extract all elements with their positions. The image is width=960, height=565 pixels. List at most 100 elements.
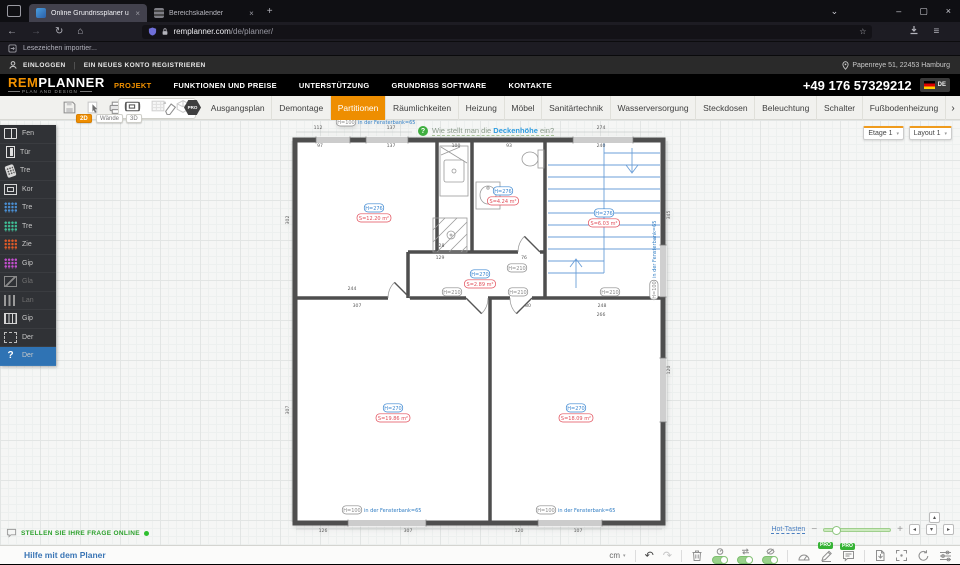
login-link[interactable]: EINLOGGEN [23,62,66,69]
forward-icon[interactable]: → [24,26,48,37]
hatch-icon [4,239,17,250]
dimension-label: 112 [314,125,323,131]
redo-icon[interactable]: ↷ [663,549,672,562]
language-selector[interactable]: DE [920,78,950,92]
sidebar-item-gip[interactable]: Gip [0,310,56,329]
hatch-icon [4,202,17,213]
plan-canvas[interactable]: H=276S=12.20 m²H=276S=4.24 m²H=276S=6.03… [0,120,960,545]
nav-funktionen-und-preise[interactable]: FUNKTIONEN UND PREISE [174,81,277,90]
visibility-toggle[interactable] [762,548,778,564]
deckenhoehe-link[interactable]: Deckenhöhe [493,126,538,135]
nav-kontakte[interactable]: KONTAKTE [508,81,552,90]
zoom-slider-knob[interactable] [832,526,841,535]
chevron-down-icon: ▾ [944,131,947,137]
sidebar-item-gla[interactable]: Gla [0,273,56,292]
tab-fußbodenheizung[interactable]: Fußbodenheizung [863,96,946,120]
planner-help-link[interactable]: Hilfe mit dem Planer [24,550,106,560]
tabs-overflow-arrow-icon[interactable]: › [946,96,960,120]
tab-sanitärtechnik[interactable]: Sanitärtechnik [542,96,610,120]
tab2-close-icon[interactable]: × [249,9,254,18]
zoom-out-button[interactable]: − [811,524,817,535]
sidebar-item-tür[interactable]: Tür [0,144,56,163]
badge-waende[interactable]: Wände [96,114,123,123]
badge-3d[interactable]: 3D [126,114,142,123]
snap-toggle[interactable] [712,548,728,564]
ask-question-online[interactable]: STELLEN SIE IHRE FRAGE ONLINE [6,528,149,538]
tab-räumlichkeiten[interactable]: Räumlichkeiten [386,96,459,120]
sidebar-item-zie[interactable]: Zie [0,236,56,255]
tab-möbel[interactable]: Möbel [505,96,543,120]
window-maximize-button[interactable]: ▢ [910,6,937,17]
rotate-refresh-icon[interactable] [917,549,930,562]
layout-selector[interactable]: Layout 1▾ [909,126,952,140]
zoom-slider[interactable] [823,528,891,532]
tab-schalter[interactable]: Schalter [817,96,863,120]
tab-wasserversorgung[interactable]: Wasserversorgung [611,96,697,120]
url-bar[interactable]: remplanner.com /de/planner/ ☆ [142,25,872,39]
focus-scan-icon[interactable] [895,549,908,562]
bookmark-star-icon[interactable]: ☆ [859,27,866,36]
pan-right-button[interactable]: ▸ [943,524,954,535]
planner-tab-strip: AusgangsplanDemontagePartitionenRäumlich… [204,96,946,120]
browser-navbar: ← → ↻ ⌂ remplanner.com /de/planner/ ☆ ≡ [0,22,960,42]
protractor-icon[interactable] [797,550,811,562]
browser-tab-2[interactable]: Bereichskalender × [147,4,261,22]
undo-icon[interactable]: ↶ [645,549,654,562]
sidebar-item-lan[interactable]: Lan [0,292,56,311]
tab-beleuchtung[interactable]: Beleuchtung [755,96,817,120]
tab-demontage[interactable]: Demontage [272,96,331,120]
tab-steckdosen[interactable]: Steckdosen [696,96,755,120]
sidebar-item-tre[interactable]: Tre [0,162,56,181]
sidebar-item-der[interactable]: Der [0,329,56,348]
nav-unterstützung[interactable]: UNTERSTÜTZUNG [299,81,370,90]
tab-ausgangsplan[interactable]: Ausgangsplan [204,96,272,120]
units-selector[interactable]: cm▾ [609,551,625,560]
reload-icon[interactable]: ↻ [48,26,70,37]
new-tab-button[interactable]: + [261,6,279,17]
phone-number[interactable]: +49 176 57329212 [803,78,912,93]
eraser-icon[interactable] [162,100,178,120]
hotkeys-link[interactable]: Hot-Tasten [771,526,805,534]
save-icon[interactable] [62,100,77,120]
list-tabs-chevron-icon[interactable]: ⌄ [822,6,848,17]
nav-projekt[interactable]: PROJEKT [114,81,152,90]
import-bookmarks-link[interactable]: Lesezeichen importier... [23,45,97,52]
document-icon[interactable] [874,549,886,562]
sidebar-item-tre[interactable]: Tre [0,199,56,218]
nav-grundriss-software[interactable]: GRUNDRISS SOFTWARE [391,81,486,90]
pan-down-button[interactable]: ▾ [926,524,937,535]
pan-left-button[interactable]: ◂ [909,524,920,535]
tab1-close-icon[interactable]: × [135,9,140,18]
sidebar-item-fen[interactable]: Fen [0,125,56,144]
window-minimize-button[interactable]: – [887,6,910,16]
draw-pencil-icon[interactable]: PRO [820,549,833,562]
menu-hamburger-icon[interactable]: ≡ [926,26,946,37]
settings-sliders-icon[interactable] [939,550,952,562]
badge-2d[interactable]: 2D [76,114,92,123]
tab-heizung[interactable]: Heizung [459,96,505,120]
floor-selector[interactable]: Etage 1▾ [863,126,904,140]
ceiling-height-hint[interactable]: ? Wie stellt man die Deckenhöhe ein? [418,126,554,136]
sidebar-item-tre[interactable]: Tre [0,218,56,237]
sidebar-item-der[interactable]: ?Der [0,347,56,366]
sidebar-item-kor[interactable]: Kor [0,181,56,200]
dimensions-toggle[interactable] [737,548,753,564]
register-link[interactable]: EIN NEUES KONTO REGISTRIEREN [84,62,206,69]
browser-tab-1[interactable]: Online Grundrissplaner und De- × [29,4,147,22]
comments-icon[interactable]: PRO [842,550,855,562]
window-close-button[interactable]: × [937,6,960,16]
zoom-in-button[interactable]: + [897,524,903,535]
german-flag-icon [924,81,935,89]
import-bookmarks-icon [8,44,17,53]
delete-icon[interactable] [691,549,703,562]
pan-up-button[interactable]: ▴ [929,512,940,523]
home-icon[interactable]: ⌂ [70,26,90,37]
frame-icon [4,184,17,195]
tracking-shield-icon[interactable] [148,27,157,36]
remplanner-logo[interactable]: REMPLANNER PLAN AND DESIGN [8,77,100,94]
back-icon[interactable]: ← [0,26,24,37]
tab-partitionen[interactable]: Partitionen [331,96,386,120]
sidebar-item-gip[interactable]: Gip [0,255,56,274]
downloads-icon[interactable] [902,25,926,38]
window-icon [4,128,17,139]
